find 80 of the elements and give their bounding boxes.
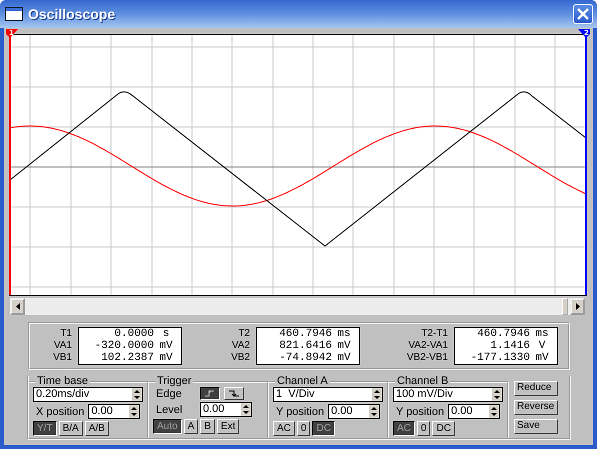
readout-label: T2 (238, 328, 250, 340)
field-label: Edge (155, 388, 183, 400)
readout-value: 102.2387 (100, 352, 154, 364)
readout-label: VA2-VA1 (408, 340, 448, 352)
readout-value: 0.0000 (113, 328, 154, 340)
source-button[interactable]: B (200, 419, 215, 434)
scale-field[interactable]: 1 V/Div (273, 387, 383, 402)
readout-value: -74.8942 (278, 352, 332, 364)
spinner-icon[interactable] (489, 405, 500, 418)
spinner-icon[interactable] (241, 403, 251, 416)
mode-button[interactable]: A/B (84, 421, 109, 436)
group-title: Trigger (156, 376, 192, 387)
rising-edge-icon (204, 389, 216, 398)
readout-value: -177.1330 (470, 352, 530, 364)
readout-value: 460.7946 (278, 328, 332, 340)
falling-edge-button[interactable] (224, 387, 244, 400)
readout-unit: ms (336, 328, 352, 340)
readout-label: VB2 (231, 352, 250, 364)
group-title: Channel A (276, 376, 329, 387)
position-field[interactable]: 0.00 (88, 404, 140, 419)
scroll-left-button[interactable] (10, 298, 25, 315)
readout-unit: mV (336, 352, 352, 364)
readout-unit: ms (534, 328, 550, 340)
readout-label: VB1 (53, 352, 72, 364)
source-button[interactable]: Ext (216, 419, 240, 434)
action-button[interactable]: Reduce (514, 380, 558, 396)
scroll-thumb[interactable] (562, 298, 568, 315)
source-button[interactable]: A (184, 419, 198, 434)
field-label: X position (35, 406, 84, 418)
readout-unit: mV (158, 352, 174, 364)
window-icon (5, 7, 23, 21)
falling-edge-icon (228, 389, 240, 398)
coupling-button[interactable]: 0 (416, 421, 430, 436)
readout-label: VB2-VB1 (406, 352, 448, 364)
field-label: Y position (395, 406, 444, 418)
readout-label: VA1 (54, 340, 72, 352)
group-title: Time base (36, 376, 89, 387)
mode-button[interactable]: B/A (58, 421, 83, 436)
coupling-button[interactable]: AC (393, 421, 415, 436)
coupling-button[interactable]: DC (312, 421, 335, 436)
readout-unit: mV (336, 340, 352, 352)
spinner-icon[interactable] (492, 388, 502, 401)
coupling-button[interactable]: DC (432, 421, 455, 436)
scale-field[interactable]: 100 mV/Div (393, 387, 503, 402)
spinner-icon[interactable] (369, 405, 380, 418)
readout-value: 821.6416 (278, 340, 332, 352)
readout-value: 460.7946 (476, 328, 530, 340)
spinner-icon[interactable] (129, 405, 140, 418)
readout-unit: s (162, 328, 170, 340)
readout-value: 1.1416 (489, 340, 530, 352)
close-button[interactable] (573, 4, 593, 24)
scale-field[interactable]: 0.20ms/div (33, 387, 143, 402)
field-label: Level (155, 404, 184, 416)
window-title: Oscilloscope (28, 6, 116, 22)
readout-unit: mV (158, 340, 174, 352)
scroll-right-button[interactable] (570, 298, 585, 315)
scrollbar-track[interactable] (10, 298, 585, 315)
readout-label: VA2 (232, 340, 250, 352)
mode-button[interactable]: Y/T (33, 421, 57, 436)
close-icon (576, 7, 590, 21)
left-arrow-icon (16, 303, 20, 310)
action-button[interactable]: Reverse (514, 400, 558, 414)
right-arrow-icon (576, 303, 580, 310)
readout-unit: mV (534, 352, 550, 364)
coupling-button[interactable]: 0 (296, 421, 310, 436)
spinner-icon[interactable] (372, 388, 382, 401)
source-button[interactable]: Auto (153, 419, 182, 434)
position-field[interactable]: 0.00 (328, 404, 380, 419)
position-field[interactable]: 0.00 (448, 404, 500, 419)
action-button[interactable]: Save (514, 418, 558, 434)
readout-label: T1 (60, 328, 72, 340)
group-title: Channel B (396, 376, 450, 387)
field-label: Y position (275, 406, 324, 418)
rising-edge-button[interactable] (200, 387, 220, 400)
spinner-icon[interactable] (132, 388, 142, 401)
readout-unit: V (538, 340, 546, 352)
level-field[interactable]: 0.00 (200, 402, 252, 417)
coupling-button[interactable]: AC (273, 421, 295, 436)
readout-value: -320.0000 (94, 340, 154, 352)
readout-label: T2-T1 (421, 328, 448, 340)
